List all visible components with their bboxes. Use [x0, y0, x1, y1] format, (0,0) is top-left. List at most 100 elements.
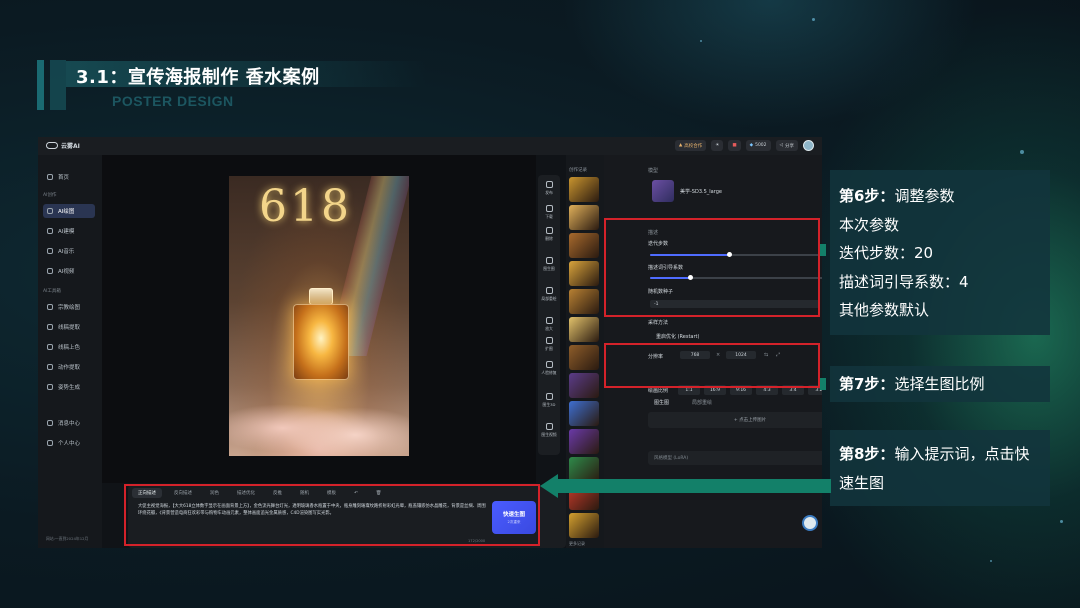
tool-label: 下载	[545, 214, 553, 219]
history-header: 创作记录	[569, 168, 587, 173]
pose-icon	[47, 384, 53, 390]
step6-text: 第6步：调整参数 本次参数 迭代步数：20 描述词引导系数：4 其他参数默认	[839, 182, 969, 325]
sidebar-item-ai-video[interactable]: AI视频	[43, 264, 95, 278]
sidebar-tool-religious-draw[interactable]: 宗教绘图	[43, 300, 95, 314]
tool-face-fix[interactable]: 人脸修复	[539, 361, 559, 376]
sidebar-section-tools: AI工具箱	[43, 289, 61, 294]
tool-label: 放大	[545, 326, 553, 331]
tool-img-to-3d[interactable]: 图生3D	[539, 393, 559, 408]
img2img-tab[interactable]: 图生图	[654, 399, 669, 406]
sidebar-tool-colorize[interactable]: 线稿上色	[43, 340, 95, 354]
history-more[interactable]: 更多记录	[569, 541, 585, 547]
share-icon: ◁	[779, 143, 783, 148]
tool-label: 人脸修复	[541, 370, 557, 375]
history-thumbnail[interactable]	[569, 373, 599, 398]
history-thumbnail[interactable]	[569, 429, 599, 454]
perfume-cap	[309, 288, 333, 305]
sidebar-footer: 网站:一直到2024年12月	[46, 536, 89, 541]
history-thumbnail[interactable]	[569, 401, 599, 426]
history-thumbnail[interactable]	[569, 289, 599, 314]
brush-icon	[545, 287, 553, 294]
app-sidebar: 首页 AI创作 AI绘图 AI建模 AI音乐 AI视频 AI工具箱 宗教绘图 线…	[38, 155, 102, 548]
sidebar-item-ai-model[interactable]: AI建模	[43, 224, 95, 238]
model-thumbnail	[652, 180, 674, 202]
title-accent-bar	[50, 60, 66, 110]
lora-selector[interactable]: 风格模型 (LoRA)	[648, 451, 822, 465]
face-icon	[545, 361, 553, 368]
bucket-icon	[47, 344, 53, 350]
credits-value: 5002	[755, 143, 767, 148]
step6-line: 描述词引导系数：4	[839, 272, 969, 291]
sidebar-profile-label: 个人中心	[58, 441, 81, 447]
history-thumbnail[interactable]	[569, 513, 599, 538]
tool-download[interactable]: 下载	[539, 205, 559, 220]
tool-label: 图生图	[543, 266, 555, 271]
history-thumbnail[interactable]	[569, 261, 599, 286]
highlight-params-box	[604, 218, 820, 317]
sidebar-item-label: AI音乐	[58, 249, 75, 255]
bell-icon	[47, 420, 53, 426]
sidebar-tool-motion[interactable]: 动作提取	[43, 360, 95, 374]
history-thumbnail[interactable]	[569, 205, 599, 230]
cube-icon	[545, 393, 553, 400]
tool-img2img[interactable]: 图生图	[539, 257, 559, 272]
theme-toggle-button[interactable]: ☀	[711, 140, 724, 151]
send-icon	[545, 181, 553, 188]
app-logo[interactable]: 云雾AI	[46, 141, 80, 150]
lineart-icon	[47, 324, 53, 330]
sidebar-item-label: AI绘图	[58, 209, 75, 215]
flower-petals	[229, 386, 409, 456]
image-tool-column: 发布 下载 删除 图生图 局部重绘 放大 扩图 人脸修复 图生3D 图生视频	[538, 175, 560, 455]
film-icon	[545, 423, 553, 430]
history-thumbnail[interactable]	[569, 345, 599, 370]
generated-poster-image[interactable]: 618	[229, 176, 409, 456]
history-thumbnail[interactable]	[569, 233, 599, 258]
inpaint-tab[interactable]: 局部重绘	[692, 399, 712, 406]
sidebar-tool-lineart[interactable]: 线稿提取	[43, 320, 95, 334]
tool-delete[interactable]: 删除	[539, 227, 559, 242]
sampler-select[interactable]: 重启优化 (Restart)	[656, 333, 699, 340]
step6-line: 本次参数	[839, 215, 900, 234]
sidebar-item-home[interactable]: 首页	[43, 170, 95, 184]
sidebar-item-profile[interactable]: 个人中心	[43, 436, 95, 450]
home-icon	[47, 174, 53, 180]
upload-image-button[interactable]: + 点击上传图片	[648, 412, 822, 428]
step8-card: 第8步：输入提示词，点击快 速生图	[830, 430, 1050, 506]
sidebar-tool-pose[interactable]: 姿势生成	[43, 380, 95, 394]
tool-inpaint[interactable]: 局部重绘	[539, 287, 559, 302]
promo-button[interactable]: ▲ 高校合作	[674, 140, 707, 151]
cloud-logo-icon	[46, 142, 58, 149]
promo-label: 高校合作	[684, 143, 703, 149]
assistant-bot-icon[interactable]	[802, 515, 818, 531]
tool-publish[interactable]: 发布	[539, 181, 559, 196]
sidebar-item-ai-music[interactable]: AI音乐	[43, 244, 95, 258]
tool-label: 图生3D	[542, 402, 556, 407]
user-avatar[interactable]	[803, 140, 814, 151]
model-name[interactable]: 美学-SD3.5_large	[680, 188, 722, 195]
step6-title-rest: 调整参数	[894, 187, 955, 205]
tool-img-to-video[interactable]: 图生视频	[539, 423, 559, 438]
sun-icon: ☀	[715, 143, 720, 148]
step7-title-rest: 选择生图比例	[894, 375, 985, 393]
tool-label: 扩图	[545, 346, 553, 351]
ratio-label: 绘画比例	[648, 388, 669, 394]
share-label: 分享	[785, 143, 794, 149]
history-thumbnail[interactable]	[569, 317, 599, 342]
expand-icon	[545, 317, 553, 324]
sidebar-tool-label: 宗教绘图	[58, 305, 81, 311]
credits-badge[interactable]: ◆ 5002	[745, 140, 771, 151]
topbar-actions: ▲ 高校合作 ☀ ■ ◆ 5002 ◁ 分享	[674, 140, 814, 151]
step8-heading: 第8步：输入提示词，点击快	[839, 440, 1029, 469]
image-canvas: 618	[102, 155, 536, 483]
tool-outpaint[interactable]: 扩图	[539, 337, 559, 352]
step7-heading: 第7步：选择生图比例	[839, 370, 984, 399]
sidebar-item-messages[interactable]: 消息中心	[43, 416, 95, 430]
slide-title: 3.1：宣传海报制作 香水案例	[76, 67, 320, 88]
tool-upscale[interactable]: 放大	[539, 317, 559, 332]
sidebar-item-ai-draw[interactable]: AI绘图	[43, 204, 95, 218]
gift-button[interactable]: ■	[728, 140, 741, 151]
share-button[interactable]: ◁ 分享	[775, 140, 798, 151]
history-thumbnail[interactable]	[569, 177, 599, 202]
step7-card: 第7步：选择生图比例	[830, 366, 1050, 402]
step8-text: 第8步：输入提示词，点击快 速生图	[839, 440, 1029, 497]
